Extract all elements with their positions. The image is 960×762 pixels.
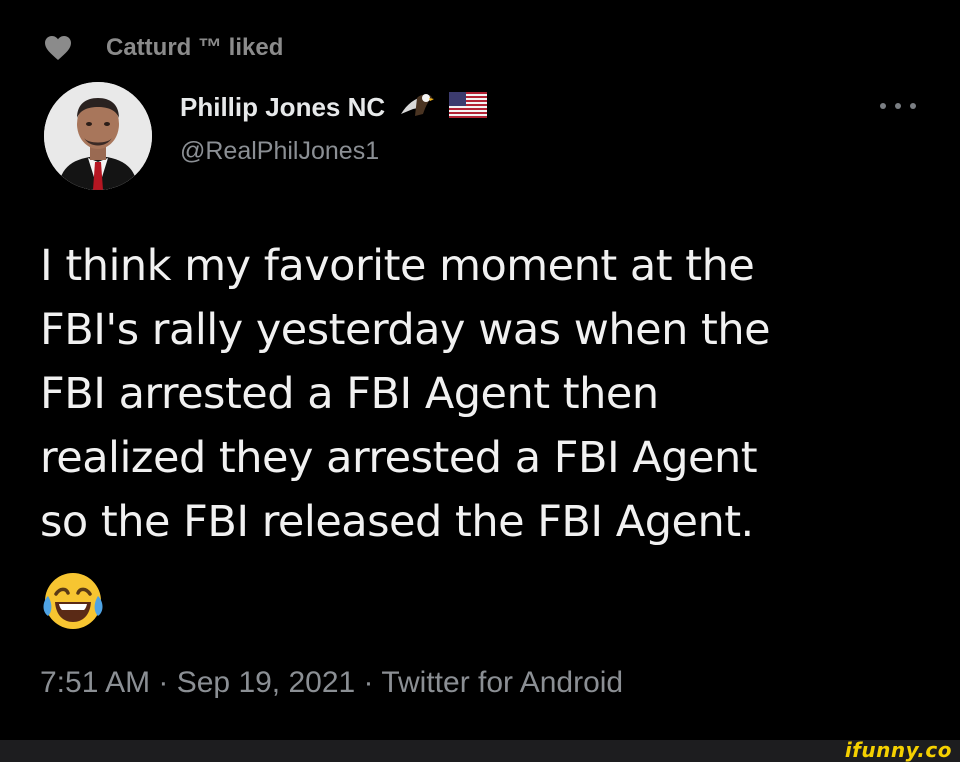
eagle-icon bbox=[399, 92, 435, 123]
watermark-bar bbox=[0, 740, 960, 762]
tweet-text-line: I think my favorite moment at the bbox=[40, 241, 755, 291]
tweet-text-line: so the FBI released the FBI Agent. bbox=[40, 497, 754, 547]
tweet-text-line: realized they arrested a FBI Agent bbox=[40, 433, 758, 483]
avatar[interactable] bbox=[44, 82, 152, 190]
tweet-meta[interactable]: 7:51 AM · Sep 19, 2021 · Twitter for And… bbox=[40, 666, 623, 700]
heart-icon bbox=[44, 35, 72, 61]
tweet-text-line: FBI arrested a FBI Agent then bbox=[40, 369, 659, 419]
more-icon[interactable] bbox=[880, 96, 916, 116]
face-with-tears-of-joy-icon bbox=[40, 568, 106, 634]
social-context[interactable]: Catturd ™ liked bbox=[44, 34, 283, 62]
handle[interactable]: @RealPhilJones1 bbox=[180, 137, 487, 166]
tweet-text: I think my favorite moment at the FBI's … bbox=[40, 234, 920, 554]
us-flag-icon bbox=[449, 92, 488, 123]
display-name[interactable]: Phillip Jones NC bbox=[180, 92, 385, 123]
tweet-header: Phillip Jones NC @RealPhilJones1 bbox=[44, 82, 920, 192]
social-context-text: Catturd ™ liked bbox=[106, 34, 284, 61]
watermark: ifunny.co bbox=[844, 738, 952, 762]
tweet-text-line: FBI's rally yesterday was when the bbox=[40, 305, 771, 355]
